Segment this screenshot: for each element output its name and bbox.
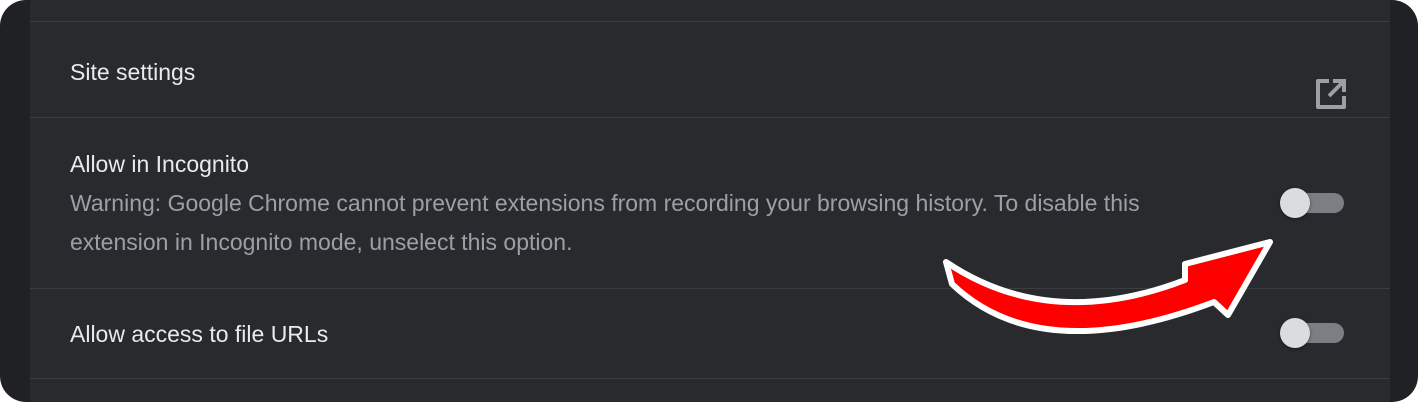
toggle-knob [1280,318,1310,348]
extension-settings-panel: Site settings Allow in Incognito Warning… [30,0,1390,402]
open-in-new-icon[interactable] [1312,75,1350,113]
allow-file-urls-toggle[interactable] [1280,318,1344,348]
allow-incognito-toggle[interactable] [1280,188,1344,218]
allow-incognito-row: Allow in Incognito Warning: Google Chrom… [30,118,1390,288]
allow-incognito-label: Allow in Incognito [70,151,249,177]
incognito-warning-text: Warning: Google Chrome cannot prevent ex… [70,190,1140,255]
allow-file-urls-row: Allow access to file URLs [30,289,1390,378]
site-settings-label: Site settings [70,59,196,85]
divider [30,378,1390,379]
allow-file-urls-label: Allow access to file URLs [70,321,329,347]
toggle-knob [1280,188,1310,218]
site-settings-row[interactable]: Site settings [30,22,1390,117]
settings-window: Site settings Allow in Incognito Warning… [0,0,1418,402]
